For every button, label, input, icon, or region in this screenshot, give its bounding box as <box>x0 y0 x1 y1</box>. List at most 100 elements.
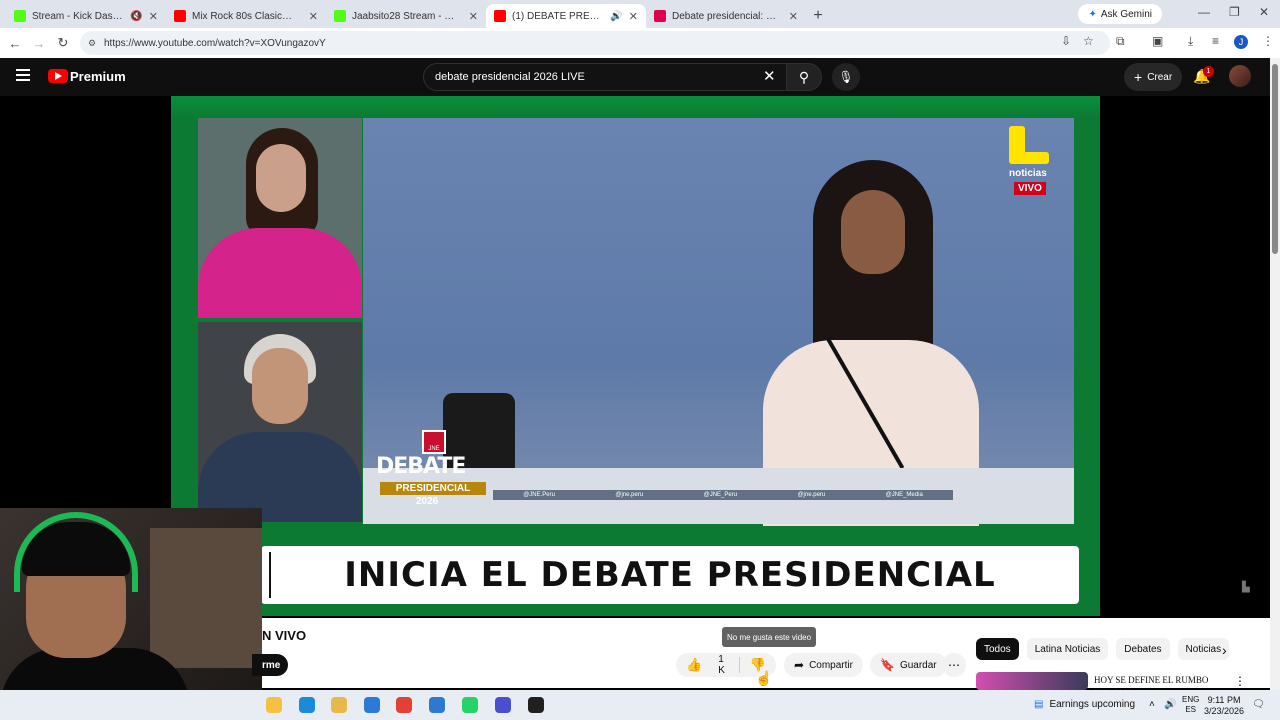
tab-close-icon[interactable]: ✕ <box>629 10 638 23</box>
minimize-icon[interactable]: — <box>1198 5 1210 19</box>
maximize-icon[interactable]: ❐ <box>1229 5 1240 19</box>
tab-close-icon[interactable]: ✕ <box>469 10 478 23</box>
user-avatar[interactable] <box>1229 65 1251 87</box>
debate-presidencial-logo: JNE DEBATE PRESIDENCIAL 2026 <box>376 430 490 510</box>
scrollbar-thumb[interactable] <box>1272 64 1278 254</box>
volume-icon[interactable]: 🔊 <box>1164 699 1176 710</box>
jne-emblem-icon: JNE <box>422 430 446 454</box>
site-info-icon[interactable]: ⚙ <box>88 38 96 49</box>
save-button[interactable]: 🔖 Guardar <box>870 653 947 677</box>
filter-chip[interactable]: Todos <box>976 638 1019 660</box>
taskbar-app-outlook-icon[interactable] <box>364 697 380 713</box>
clock-date: 3/23/2026 <box>1204 706 1245 716</box>
anchor-face <box>256 144 306 212</box>
related-chips: Todos Latina Noticias Debates Noticias <box>976 638 1260 660</box>
extensions-icon[interactable]: ⧉ <box>1116 34 1125 49</box>
ask-gemini-button[interactable]: ✦ Ask Gemini <box>1078 4 1162 24</box>
downloads-icon[interactable]: ⤓ <box>1188 34 1193 49</box>
share-button[interactable]: ➦ Compartir <box>784 653 863 677</box>
clear-search-icon[interactable]: ✕ <box>763 67 776 85</box>
notification-badge: 1 <box>1203 66 1214 77</box>
taskbar-app-app-icon[interactable] <box>429 697 445 713</box>
premium-brand[interactable]: Premium <box>70 69 126 84</box>
video-player[interactable]: @JNE.Peru @jne.peru @JNE_Peru @jne.peru @JNE… <box>171 96 1100 616</box>
tab-close-icon[interactable]: ✕ <box>789 10 798 23</box>
notification-center-icon[interactable]: 🗨 <box>1252 699 1265 710</box>
browser-profile-avatar[interactable]: J <box>1234 35 1248 49</box>
taskbar-clock[interactable]: 9:11 PM 3/23/2026 <box>1204 695 1244 717</box>
subscribe-button[interactable]: rme <box>252 654 288 676</box>
more-actions-button[interactable]: ⋯ <box>942 653 966 677</box>
taskbar-app-files-icon[interactable] <box>331 697 347 713</box>
url-text: https://www.youtube.com/watch?v=XOVungaz… <box>104 37 326 49</box>
taskbar-app-file-explorer-icon[interactable] <box>266 697 282 713</box>
microphone-icon: 🎙 <box>838 70 854 84</box>
menu-icon[interactable] <box>16 69 30 81</box>
browser-tab[interactable]: Debate presidencial: estos son ✕ <box>646 4 806 28</box>
voice-search-button[interactable]: 🎙 <box>832 63 860 91</box>
taskbar-app-edge-icon[interactable] <box>299 697 315 713</box>
tab-favicon-icon <box>494 10 506 22</box>
reading-list-icon[interactable]: ≡ <box>1212 34 1219 48</box>
tray-chevron-icon[interactable]: ˄ <box>1149 699 1155 710</box>
filter-chip[interactable]: Debates <box>1116 638 1170 660</box>
tab-close-icon[interactable]: ✕ <box>149 10 158 23</box>
browser-menu-icon[interactable]: ⋮ <box>1262 34 1274 48</box>
tab-title: Debate presidencial: estos son <box>672 10 777 22</box>
plus-icon: + <box>1134 69 1143 85</box>
taskbar-app-obs-icon[interactable] <box>495 697 511 713</box>
chevron-right-icon[interactable]: › <box>1222 642 1227 658</box>
tab-audio-icon[interactable]: 🔊 <box>610 11 622 22</box>
recommended-video[interactable]: HOY SE DEFINE EL RUMBO DEL PAIS ⋮ <box>976 672 1266 690</box>
tab-title: Jaabsito28 Stream - Watch Live <box>352 10 457 22</box>
subscribe-label: rme <box>262 659 281 671</box>
channel-logo-text: noticias <box>1009 168 1047 179</box>
taskbar-app-chrome-icon[interactable] <box>396 697 412 713</box>
taskbar-widget[interactable]: ▤ Earnings upcoming <box>1034 699 1135 710</box>
more-icon: ⋯ <box>948 658 960 672</box>
url-bar[interactable]: ⚙ https://www.youtube.com/watch?v=XOVung… <box>80 31 1110 55</box>
browser-tab[interactable]: Mix Rock 80s Clasicos 2021 dj ✕ <box>166 4 326 28</box>
recommendation-more-icon[interactable]: ⋮ <box>1234 674 1246 688</box>
recommendation-thumbnail[interactable] <box>976 672 1088 690</box>
youtube-logo-icon[interactable] <box>48 69 68 83</box>
language-indicator[interactable]: ENG ES <box>1182 695 1199 715</box>
browser-tab[interactable]: Jaabsito28 Stream - Watch Live ✕ <box>326 4 486 28</box>
split-view-icon[interactable]: ▣ <box>1152 34 1163 48</box>
browser-tab[interactable]: Stream - Kick Dashboard 🔇 ✕ <box>6 4 166 28</box>
like-button[interactable]: 👍 1 K <box>676 653 739 677</box>
create-label: Crear <box>1147 71 1173 83</box>
page-scrollbar[interactable] <box>1270 58 1280 690</box>
tab-close-icon[interactable]: ✕ <box>309 10 318 23</box>
search-icon: ⚲ <box>798 68 810 85</box>
browser-tab[interactable]: (1) DEBATE PRESIDENCIAL 🔊 ✕ <box>486 4 646 28</box>
like-count: 1 K <box>718 654 725 676</box>
search-button[interactable]: ⚲ <box>786 63 822 91</box>
social-handles-bar: @JNE.Peru @jne.peru @JNE_Peru @jne.peru @JNE… <box>493 490 953 500</box>
taskbar-app-app2-icon[interactable] <box>528 697 544 713</box>
tab-favicon-icon <box>654 10 666 22</box>
background-shelf <box>150 528 262 668</box>
broadcast-top-band <box>171 96 1100 118</box>
create-button[interactable]: + Crear <box>1124 63 1183 91</box>
analyst-pip-bottom <box>198 322 362 522</box>
language-top: ENG <box>1182 695 1200 704</box>
bookmark-star-icon[interactable]: ☆ <box>1083 34 1094 48</box>
forward-icon[interactable]: → <box>27 36 51 51</box>
clock-time: 9:11 PM <box>1207 695 1241 705</box>
filter-chip[interactable]: Latina Noticias <box>1026 638 1109 660</box>
new-tab-button[interactable]: + <box>806 4 830 28</box>
install-app-icon[interactable]: ⇩ <box>1061 34 1071 48</box>
recommendation-title[interactable]: HOY SE DEFINE EL RUMBO DEL PAIS <box>1094 674 1224 690</box>
jne-label: JNE <box>428 446 440 452</box>
close-window-icon[interactable]: ✕ <box>1259 5 1269 19</box>
taskbar-app-whatsapp-icon[interactable] <box>462 697 478 713</box>
reload-icon[interactable]: ↻ <box>51 35 75 51</box>
back-icon[interactable]: ← <box>3 36 27 51</box>
lower-third-text: INICIA EL DEBATE PRESIDENCIAL <box>344 555 996 595</box>
tab-audio-icon[interactable]: 🔇 <box>130 11 142 22</box>
news-icon: ▤ <box>1034 699 1044 710</box>
search-query-text: debate presidencial 2026 LIVE <box>435 71 585 83</box>
share-label: Compartir <box>809 659 853 671</box>
search-input[interactable]: debate presidencial 2026 LIVE <box>423 63 787 91</box>
